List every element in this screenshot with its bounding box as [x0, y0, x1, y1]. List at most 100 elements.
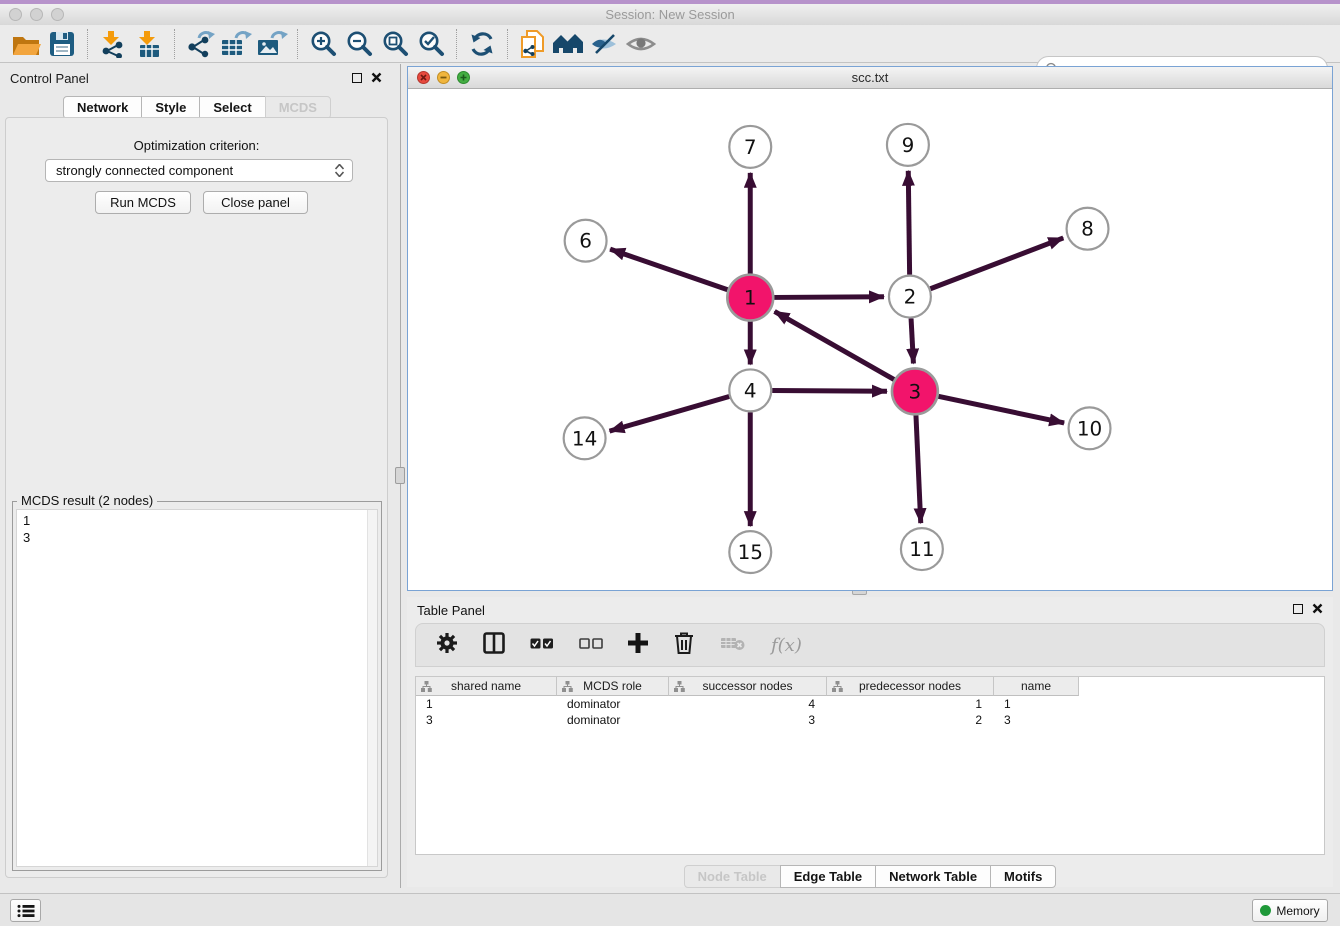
- memory-button[interactable]: Memory: [1252, 899, 1328, 922]
- zoom-selected-button[interactable]: [413, 27, 449, 61]
- zoom-fit-button[interactable]: [377, 27, 413, 61]
- graph-edge-1-6[interactable]: [610, 249, 727, 290]
- table-deselect-all-button[interactable]: [579, 636, 603, 654]
- graph-node-label: 2: [904, 285, 917, 309]
- graph-edge-3-1[interactable]: [775, 311, 895, 379]
- graph-edge-4-3[interactable]: [772, 391, 887, 392]
- column-label: predecessor nodes: [859, 679, 961, 693]
- graph-edge-3-10[interactable]: [938, 396, 1064, 423]
- import-network-button[interactable]: [95, 27, 131, 61]
- node-table: shared name MCDS role successor nodes prede…: [415, 676, 1325, 855]
- refresh-button[interactable]: [464, 27, 500, 61]
- column-label: MCDS role: [583, 679, 642, 693]
- import-network-icon: [99, 30, 127, 58]
- column-header-name[interactable]: name: [994, 677, 1079, 696]
- export-table-button[interactable]: [218, 27, 254, 61]
- float-panel-icon[interactable]: [352, 73, 362, 83]
- import-table-icon: [135, 30, 163, 58]
- main-toolbar: [0, 25, 1340, 63]
- table-row[interactable]: 1dominator411: [416, 696, 1324, 712]
- zoom-out-icon: [345, 30, 373, 58]
- graph-edge-2-9[interactable]: [908, 171, 909, 275]
- control-panel-header: Control Panel: [0, 64, 394, 94]
- export-network-button[interactable]: [182, 27, 218, 61]
- graph-edge-2-8[interactable]: [930, 238, 1063, 289]
- column-label: name: [1021, 679, 1051, 693]
- tab-mcds[interactable]: MCDS: [265, 96, 331, 119]
- graph-edge-3-11[interactable]: [916, 415, 921, 523]
- close-panel-icon[interactable]: [1312, 603, 1323, 614]
- zoom-fit-icon: [381, 30, 409, 58]
- graph-edge-1-2[interactable]: [774, 297, 884, 298]
- show-all-button[interactable]: [623, 27, 659, 61]
- tab-edge-table[interactable]: Edge Table: [780, 865, 876, 888]
- table-cell: 1: [827, 696, 994, 712]
- tab-network[interactable]: Network: [63, 96, 142, 119]
- tab-style[interactable]: Style: [141, 96, 200, 119]
- zoom-window-button[interactable]: [51, 8, 64, 21]
- clone-network-button[interactable]: [515, 27, 551, 61]
- run-mcds-button[interactable]: Run MCDS: [95, 191, 191, 214]
- table-row[interactable]: 3dominator323: [416, 712, 1324, 728]
- table-delete-column-button[interactable]: [673, 631, 695, 660]
- export-image-button[interactable]: [254, 27, 290, 61]
- tab-node-table[interactable]: Node Table: [684, 865, 781, 888]
- column-header-successor-nodes[interactable]: successor nodes: [669, 677, 827, 696]
- table-add-column-button[interactable]: [628, 633, 648, 658]
- float-panel-icon[interactable]: [1293, 604, 1303, 614]
- memory-status-dot: [1260, 905, 1271, 916]
- import-table-button[interactable]: [131, 27, 167, 61]
- minimize-window-button[interactable]: [30, 8, 43, 21]
- column-label: successor nodes: [702, 679, 792, 693]
- table-cell: 2: [827, 712, 994, 728]
- tab-network-table[interactable]: Network Table: [875, 865, 991, 888]
- optimization-label: Optimization criterion:: [6, 138, 387, 153]
- tab-select[interactable]: Select: [199, 96, 265, 119]
- table-delete-table-button[interactable]: [720, 635, 746, 656]
- task-history-button[interactable]: [10, 899, 41, 922]
- graph-node-label: 11: [909, 537, 934, 561]
- network-window-title: scc.txt: [408, 67, 1332, 88]
- graph-node-label: 9: [902, 133, 915, 157]
- app-title: Session: New Session: [0, 4, 1340, 25]
- column-header-MCDS-role[interactable]: MCDS role: [557, 677, 669, 696]
- column-header-predecessor-nodes[interactable]: predecessor nodes: [827, 677, 994, 696]
- function-builder-button[interactable]: f(x): [771, 635, 802, 656]
- toolbar-separator: [456, 29, 457, 59]
- checked-boxes-icon: [530, 638, 554, 649]
- network-window-titlebar[interactable]: scc.txt: [408, 67, 1332, 89]
- save-session-button[interactable]: [44, 27, 80, 61]
- table-settings-button[interactable]: [436, 632, 458, 659]
- mcds-result-area[interactable]: 1 3: [16, 509, 378, 867]
- table-split-view-button[interactable]: [483, 632, 505, 659]
- network-maximize-button[interactable]: [457, 71, 470, 84]
- toolbar-separator: [297, 29, 298, 59]
- criterion-select[interactable]: strongly connected component: [45, 159, 353, 182]
- graph-edge-2-3[interactable]: [911, 319, 913, 364]
- hide-selected-button[interactable]: [587, 27, 623, 61]
- plus-icon: [628, 633, 648, 653]
- result-scrollbar[interactable]: [367, 510, 377, 866]
- hierarchy-icon: [832, 681, 843, 692]
- table-cell: dominator: [557, 696, 669, 712]
- network-canvas[interactable]: 7968124314101511: [408, 89, 1332, 590]
- open-folder-icon: [12, 31, 41, 57]
- network-minimize-button[interactable]: [437, 71, 450, 84]
- table-select-all-button[interactable]: [530, 636, 554, 654]
- tab-motifs[interactable]: Motifs: [990, 865, 1056, 888]
- mcds-result-legend: MCDS result (2 nodes): [17, 493, 157, 508]
- close-panel-button[interactable]: Close panel: [203, 191, 308, 214]
- open-session-button[interactable]: [8, 27, 44, 61]
- zoom-in-icon: [309, 30, 337, 58]
- close-window-button[interactable]: [9, 8, 22, 21]
- mcds-home-button[interactable]: [551, 27, 587, 61]
- zoom-out-button[interactable]: [341, 27, 377, 61]
- column-header-shared-name[interactable]: shared name: [416, 677, 557, 696]
- zoom-in-button[interactable]: [305, 27, 341, 61]
- vertical-splitter-handle[interactable]: [395, 467, 405, 484]
- control-panel-title: Control Panel: [10, 71, 89, 86]
- close-panel-icon[interactable]: [371, 72, 382, 83]
- eye-icon: [626, 32, 656, 56]
- network-close-button[interactable]: [417, 71, 430, 84]
- graph-edge-4-14[interactable]: [610, 396, 730, 431]
